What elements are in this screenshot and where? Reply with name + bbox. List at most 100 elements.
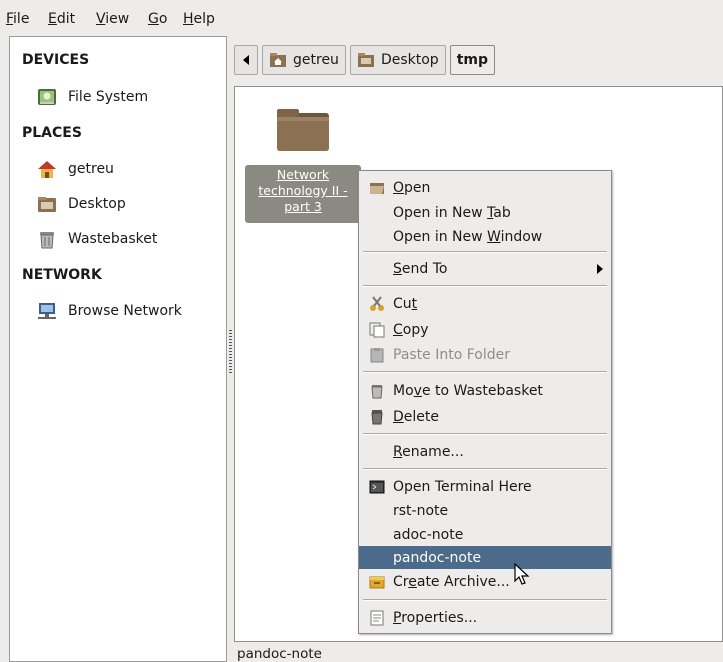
sidebar-item-label: getreu: [68, 161, 114, 177]
scissors-icon: [370, 295, 384, 311]
status-bar: pandoc-note: [237, 646, 322, 662]
menu-separator: [363, 433, 607, 435]
menu-separator: [363, 251, 607, 253]
file-name-line: part 3: [284, 199, 322, 214]
sidebar-item-desktop[interactable]: Desktop: [36, 193, 126, 215]
home-folder-icon: [270, 53, 286, 67]
menu-cut[interactable]: Cut: [359, 292, 611, 315]
path-back-button[interactable]: [234, 45, 258, 75]
menu-text: end To: [401, 260, 448, 277]
menu-accel: W: [487, 228, 501, 245]
mouse-pointer-icon: [514, 563, 530, 585]
menu-create-archive[interactable]: Create Archive...: [359, 570, 611, 593]
sidebar-item-label: File System: [68, 89, 149, 105]
path-bar: getreu Desktop tmp: [234, 44, 495, 76]
menu-text: elete: [403, 408, 439, 425]
menu-accel: V: [96, 11, 106, 27]
menu-text: opy: [402, 321, 429, 338]
menu-accel: P: [393, 609, 402, 626]
menu-separator: [363, 599, 607, 601]
menu-send-to[interactable]: Send To: [359, 257, 611, 280]
menu-rst-note[interactable]: rst-note: [359, 499, 611, 522]
context-menu: Open Open in New Tab Open in New Window …: [358, 170, 612, 634]
path-crumb-tmp[interactable]: tmp: [449, 45, 495, 75]
menu-accel: O: [393, 179, 405, 196]
file-name-line: Network: [276, 167, 330, 182]
menu-move-to-wastebasket[interactable]: Move to Wastebasket: [359, 379, 611, 402]
pane-splitter-handle[interactable]: [229, 330, 232, 374]
menu-go[interactable]: Go: [148, 11, 167, 27]
menu-copy[interactable]: Copy: [359, 318, 611, 341]
menu-view[interactable]: View: [96, 11, 129, 27]
home-folder-icon: [38, 161, 56, 178]
trash-icon: [371, 384, 383, 398]
copy-icon: [369, 322, 385, 337]
menubar: File Edit View Go Help: [0, 0, 723, 36]
sidebar: DEVICES File System PLACES getreu Deskto…: [9, 36, 227, 662]
archive-icon: [369, 576, 385, 588]
menu-text: ate Archive...: [416, 573, 510, 590]
menu-separator: [363, 468, 607, 470]
menu-accel: C: [393, 321, 403, 338]
path-crumb-getreu[interactable]: getreu: [262, 45, 346, 75]
menu-text: ename...: [402, 443, 464, 460]
sidebar-item-wastebasket[interactable]: Wastebasket: [36, 228, 157, 250]
menu-text: iew: [105, 11, 130, 27]
chevron-left-icon: [243, 55, 249, 65]
trash-icon: [40, 232, 54, 249]
sidebar-item-browse-network[interactable]: Browse Network: [36, 300, 182, 322]
path-crumb-label: getreu: [293, 52, 339, 68]
window-edge: [0, 36, 9, 662]
menu-open-new-window[interactable]: Open in New Window: [359, 225, 611, 248]
menu-text: roperties...: [401, 609, 478, 626]
file-name-line: technology II -: [258, 183, 348, 198]
menu-text: e to Wastebasket: [421, 382, 543, 399]
menu-pandoc-note[interactable]: pandoc-note: [359, 546, 611, 569]
desktop-folder-icon: [357, 53, 374, 67]
menu-text: Cr: [393, 573, 409, 590]
menu-text: ile: [13, 11, 30, 27]
sidebar-item-label: Desktop: [68, 196, 126, 212]
menu-text: o: [158, 11, 168, 27]
delete-icon: [371, 409, 383, 424]
sidebar-header-places: PLACES: [22, 125, 82, 141]
menu-text: Cu: [393, 295, 412, 312]
menu-open-new-tab[interactable]: Open in New Tab: [359, 201, 611, 224]
menu-help[interactable]: Help: [183, 11, 215, 27]
menu-paste-into-folder: Paste Into Folder: [359, 343, 611, 366]
sidebar-item-getreu[interactable]: getreu: [36, 158, 114, 180]
sidebar-item-file-system[interactable]: File System: [36, 86, 148, 108]
sidebar-header-network: NETWORK: [22, 267, 102, 283]
menu-text: Paste Into Folder: [393, 346, 511, 363]
menu-properties[interactable]: Properties...: [359, 606, 611, 629]
menu-text: ab: [493, 204, 511, 221]
terminal-icon: [369, 480, 385, 493]
network-icon: [38, 303, 56, 319]
menu-text: Open in New: [393, 228, 488, 245]
menu-open[interactable]: Open: [359, 176, 611, 199]
paste-icon: [370, 347, 384, 362]
file-name-label[interactable]: Network technology II - part 3: [245, 165, 361, 223]
menu-adoc-note[interactable]: adoc-note: [359, 523, 611, 546]
sidebar-item-label: Browse Network: [68, 303, 182, 319]
menu-accel: e: [408, 573, 417, 590]
menu-text: pandoc-note: [393, 549, 482, 566]
menu-text: Mo: [393, 382, 414, 399]
menu-text: indow: [500, 228, 543, 245]
menu-accel: F: [6, 11, 14, 27]
menu-separator: [363, 285, 607, 287]
menu-separator: [363, 371, 607, 373]
menu-accel: t: [411, 295, 418, 312]
menu-edit[interactable]: Edit: [48, 11, 75, 27]
menu-text: rst-note: [393, 502, 449, 519]
menu-accel: S: [393, 260, 402, 277]
path-crumb-desktop[interactable]: Desktop: [349, 45, 446, 75]
submenu-arrow-icon: [597, 263, 603, 274]
folder-icon[interactable]: [275, 105, 331, 153]
menu-delete[interactable]: Delete: [359, 405, 611, 428]
sidebar-item-label: Wastebasket: [68, 231, 158, 247]
menu-open-terminal-here[interactable]: Open Terminal Here: [359, 475, 611, 498]
folder-open-icon: [370, 182, 384, 194]
menu-rename[interactable]: Rename...: [359, 440, 611, 463]
menu-file[interactable]: File: [6, 11, 29, 27]
